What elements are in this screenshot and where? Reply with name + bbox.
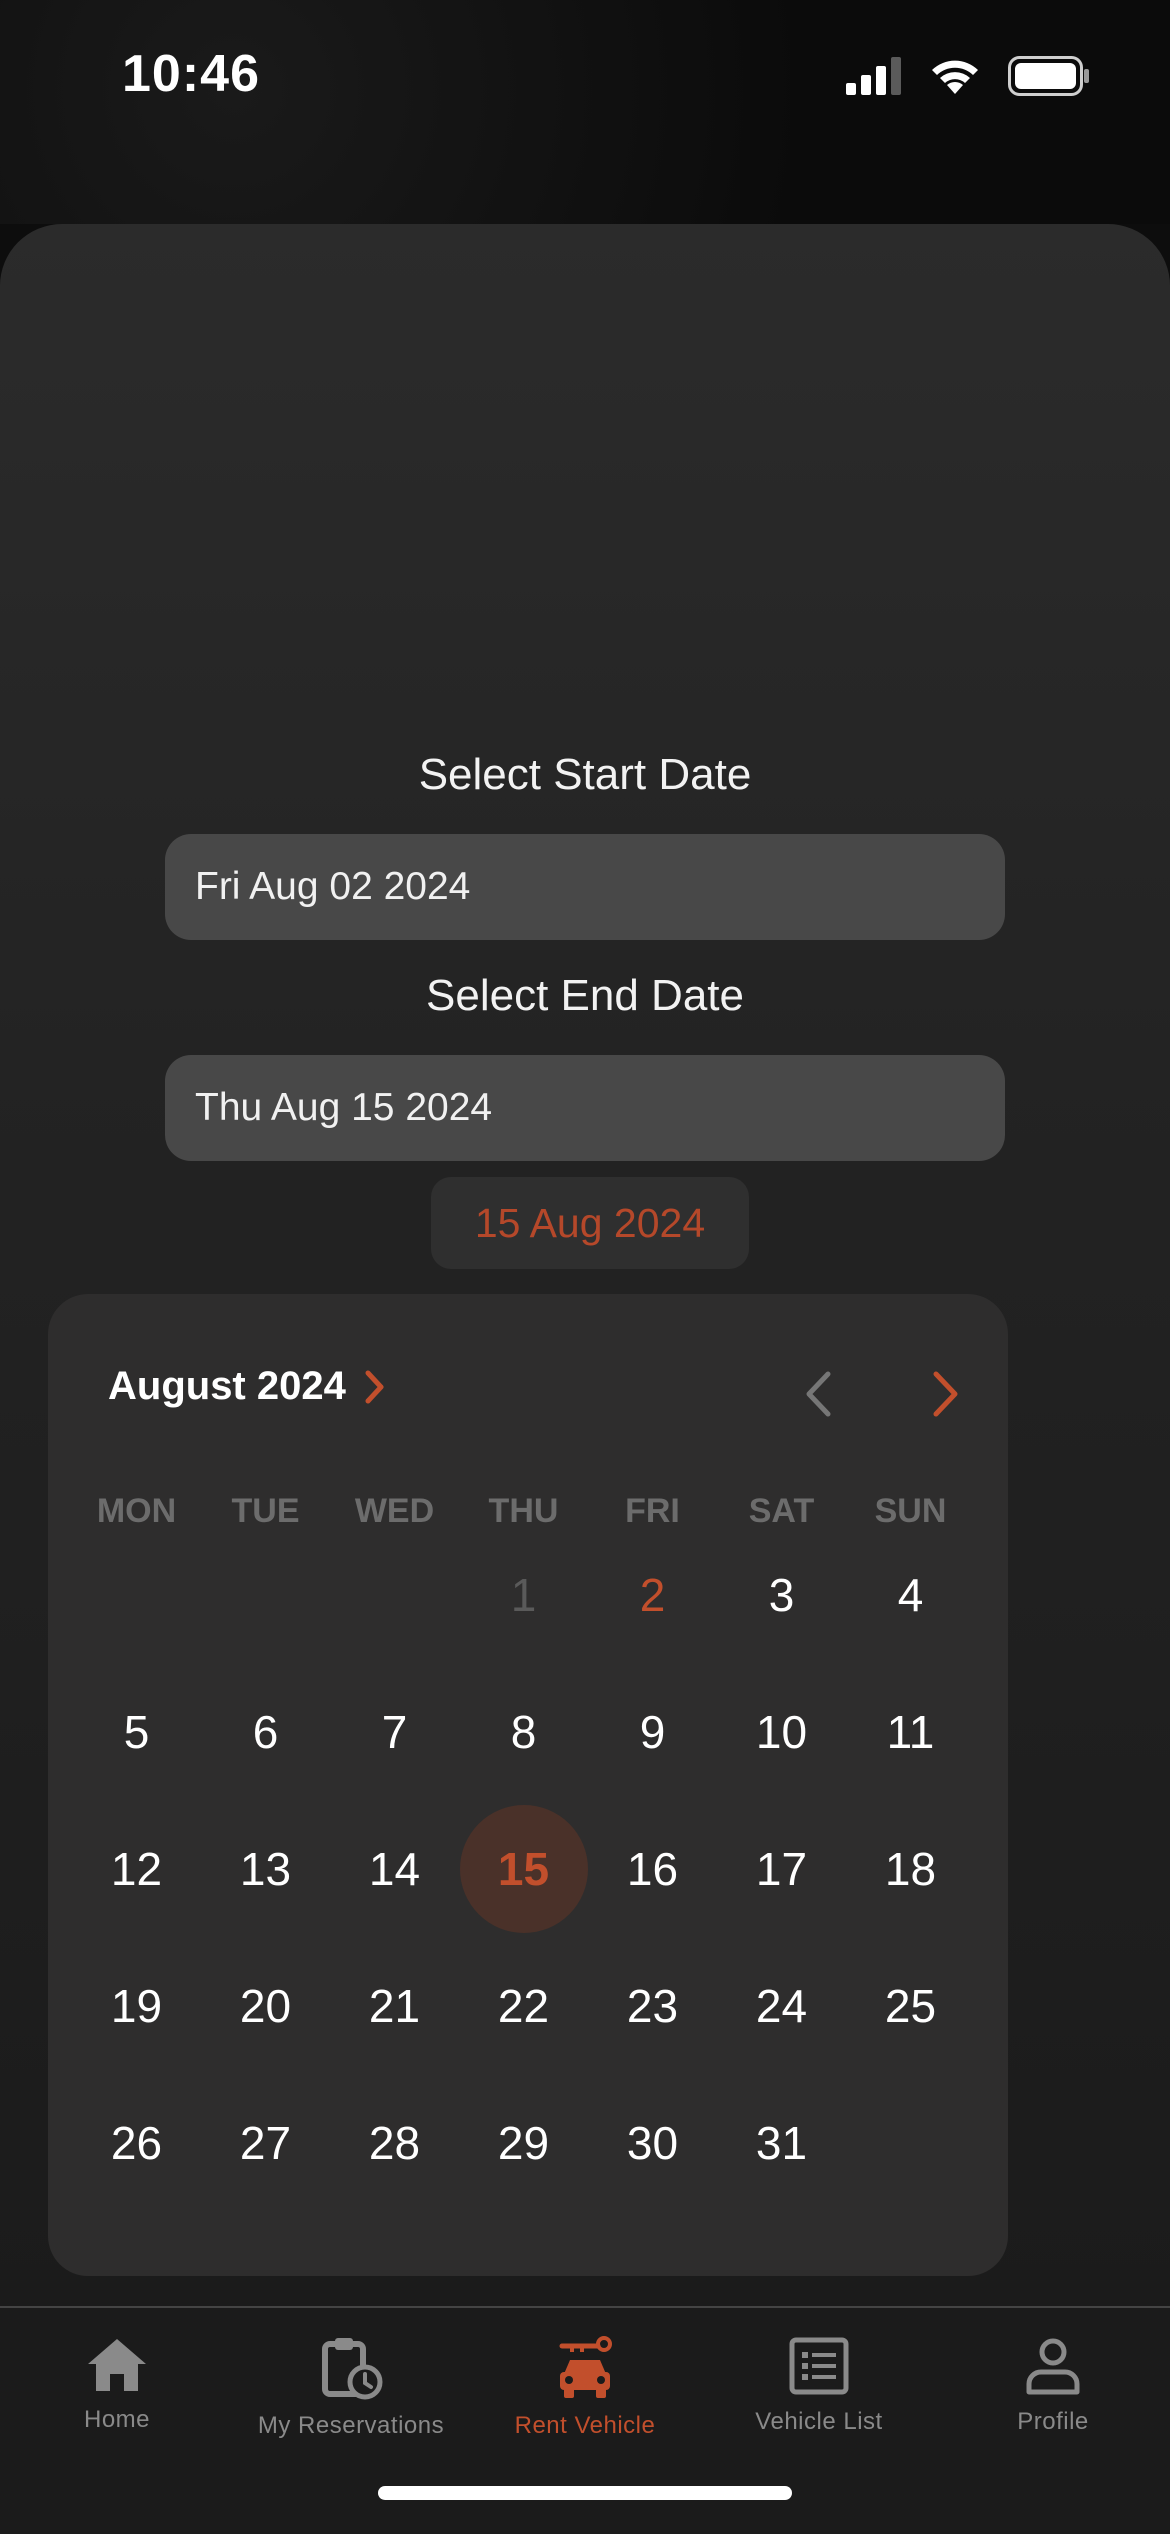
month-selector[interactable]: August 2024 [108, 1364, 386, 1409]
chevron-right-icon [933, 1371, 958, 1417]
days-grid: 1 2 3 4 5 6 7 8 9 10 11 12 13 14 15 16 17 18 19 20 21 22 23 24 2… [72, 1526, 975, 2211]
calendar-day[interactable]: 3 [717, 1526, 846, 1663]
calendar-day[interactable]: 10 [717, 1663, 846, 1800]
wifi-icon [932, 60, 978, 94]
calendar-day: 1 [510, 1568, 537, 1621]
tab-my-reservations[interactable]: My Reservations [234, 2336, 468, 2440]
calendar-day[interactable]: 16 [588, 1800, 717, 1937]
calendar-day[interactable]: 30 [588, 2074, 717, 2211]
start-date-field[interactable]: Fri Aug 02 2024 [165, 834, 1005, 940]
calendar-day[interactable]: 31 [717, 2074, 846, 2211]
calendar-day[interactable]: 21 [330, 1937, 459, 2074]
calendar-day[interactable]: 19 [72, 1937, 201, 2074]
tab-vehicle-list[interactable]: Vehicle List [702, 2336, 936, 2436]
chevron-left-icon [806, 1371, 831, 1417]
calendar-day[interactable]: 27 [201, 2074, 330, 2211]
calendar-day[interactable]: 7 [330, 1663, 459, 1800]
calendar-day[interactable]: 23 [588, 1937, 717, 2074]
calendar-empty-cell [330, 1526, 459, 1663]
calendar-day[interactable]: 2 [588, 1526, 717, 1663]
tab-home[interactable]: Home [0, 2336, 234, 2434]
calendar-day[interactable]: 26 [72, 2074, 201, 2211]
calendar-day[interactable]: 11 [846, 1663, 975, 1800]
clipboard-clock-icon [322, 2338, 383, 2400]
home-indicator [378, 2486, 792, 2500]
battery-icon [1008, 56, 1089, 96]
home-icon [88, 2339, 146, 2391]
calendar-day[interactable]: 6 [201, 1663, 330, 1800]
tab-rent-vehicle[interactable]: Rent Vehicle [468, 2336, 702, 2440]
calendar-picker: August 2024 MON TUE WED THU FRI SAT SUN … [48, 1294, 1008, 2276]
previous-month-button[interactable] [788, 1364, 848, 1424]
tab-label: Profile [1017, 2408, 1089, 2435]
start-date-label: Select Start Date [418, 750, 752, 799]
calendar-day[interactable]: 20 [201, 1937, 330, 2074]
person-icon [1026, 2338, 1080, 2395]
tab-label: My Reservations [257, 2412, 445, 2439]
calendar-day[interactable]: 9 [588, 1663, 717, 1800]
tab-label: Vehicle List [755, 2408, 883, 2435]
calendar-day[interactable]: 15 [459, 1800, 588, 1937]
calendar-day[interactable]: 25 [846, 1937, 975, 2074]
calendar-day[interactable]: 14 [330, 1800, 459, 1937]
calendar-day[interactable]: 13 [201, 1800, 330, 1937]
tab-label: Home [83, 2406, 151, 2433]
status-icons [846, 56, 1090, 96]
next-month-button[interactable] [916, 1364, 976, 1424]
car-key-icon [559, 2336, 612, 2398]
calendar-day[interactable]: 4 [846, 1526, 975, 1663]
calendar-empty-cell [201, 1526, 330, 1663]
calendar-day-number: 15 [497, 1842, 550, 1895]
calendar-day[interactable]: 28 [330, 2074, 459, 2211]
month-title: August 2024 [108, 1364, 346, 1408]
chevron-right-icon [365, 1370, 384, 1403]
calendar-day[interactable]: 22 [459, 1937, 588, 2074]
calendar-day[interactable]: 29 [459, 2074, 588, 2211]
tab-profile[interactable]: Profile [936, 2336, 1170, 2436]
calendar-day[interactable]: 8 [459, 1663, 588, 1800]
status-bar: 10:46 [0, 0, 1170, 224]
calendar-empty-cell [72, 1526, 201, 1663]
signal-icon [846, 57, 901, 95]
list-icon [789, 2337, 849, 2395]
calendar-day[interactable]: 24 [717, 1937, 846, 2074]
calendar-day[interactable]: 12 [72, 1800, 201, 1937]
calendar-empty-cell [846, 2074, 975, 2211]
status-time: 10:46 [122, 45, 260, 103]
selected-date-pill[interactable]: 15 Aug 2024 [431, 1177, 749, 1269]
tab-label: Rent Vehicle [514, 2412, 656, 2439]
calendar-day[interactable]: 18 [846, 1800, 975, 1937]
calendar-day[interactable]: 17 [717, 1800, 846, 1937]
end-date-field[interactable]: Thu Aug 15 2024 [165, 1055, 1005, 1161]
end-date-label: Select End Date [426, 971, 744, 1020]
calendar-day[interactable]: 5 [72, 1663, 201, 1800]
